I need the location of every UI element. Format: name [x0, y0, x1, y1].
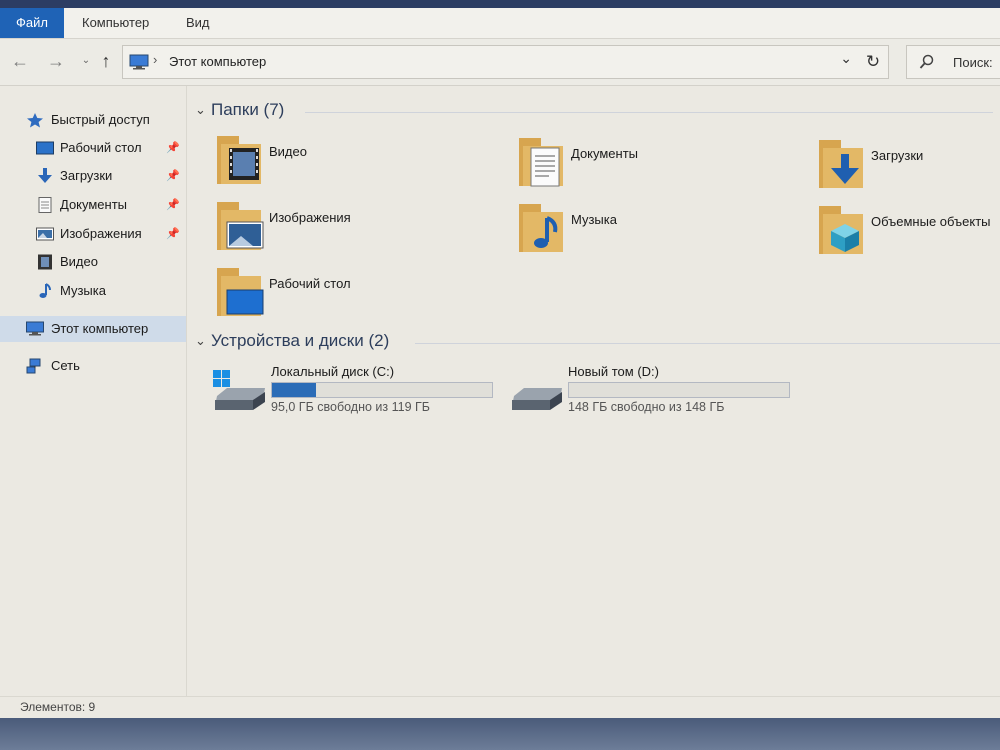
sidebar-item-label: Изображения: [60, 226, 142, 241]
drive-name: Локальный диск (C:): [271, 364, 395, 379]
refresh-icon[interactable]: ↻: [858, 45, 889, 79]
download-arrow-icon: [38, 168, 52, 183]
sidebar-item-network[interactable]: Сеть: [0, 353, 186, 379]
sidebar-item-label: Быстрый доступ: [51, 112, 150, 127]
pin-icon[interactable]: 📌: [166, 198, 180, 211]
search-box[interactable]: Поиск:: [906, 45, 1000, 79]
folder-name: Изображения: [269, 210, 351, 225]
collapse-chevron-icon[interactable]: ⌄: [195, 102, 206, 118]
search-placeholder: Поиск:: [953, 55, 993, 70]
address-bar[interactable]: › Этот компьютер ⌄: [122, 45, 859, 79]
folders-group-header[interactable]: ⌄ Папки (7): [193, 100, 993, 124]
tab-file[interactable]: Файл: [0, 8, 64, 38]
sidebar-item-desktop[interactable]: Рабочий стол 📌: [0, 135, 186, 161]
windows-drive-icon: [213, 370, 265, 410]
folder-downloads[interactable]: Загрузки: [817, 138, 1000, 200]
music-folder-icon: [519, 204, 563, 252]
folder-name: Рабочий стол: [269, 276, 351, 291]
folder-3d-objects[interactable]: Объемные объекты: [817, 204, 1000, 266]
sidebar-item-videos[interactable]: Видео: [0, 249, 186, 275]
network-icon: [26, 358, 41, 374]
drive-d[interactable]: Новый том (D:) 148 ГБ свободно из 148 ГБ: [510, 364, 800, 422]
sidebar-item-label: Этот компьютер: [51, 321, 149, 336]
group-divider: [305, 112, 993, 113]
up-arrow-icon[interactable]: ↑: [94, 49, 118, 73]
sidebar-item-label: Видео: [60, 254, 98, 269]
pin-icon[interactable]: 📌: [166, 169, 180, 182]
sidebar-item-label: Музыка: [60, 283, 106, 298]
downloads-folder-icon: [819, 140, 863, 188]
pictures-folder-icon: [217, 202, 264, 250]
documents-folder-icon: [519, 138, 563, 187]
tab-computer[interactable]: Компьютер: [68, 8, 163, 38]
content-pane: ⌄ Папки (7) Видео Документы Загрузки Изо…: [187, 86, 1000, 696]
folder-name: Объемные объекты: [871, 214, 991, 229]
desktop-icon: [36, 141, 54, 155]
explorer-window: Файл Компьютер Вид ← → ⌄ ↑ › Этот компью…: [0, 0, 1000, 750]
pin-icon[interactable]: 📌: [166, 227, 180, 240]
group-title: Папки (7): [211, 100, 285, 119]
drive-name: Новый том (D:): [568, 364, 659, 379]
drive-c[interactable]: Локальный диск (C:) 95,0 ГБ свободно из …: [213, 364, 503, 422]
folder-name: Музыка: [571, 212, 617, 227]
drive-usage-bar: [568, 382, 790, 398]
drive-usage-fill: [272, 383, 316, 397]
sidebar-item-downloads[interactable]: Загрузки 📌: [0, 163, 186, 189]
sidebar-item-music[interactable]: Музыка: [0, 278, 186, 304]
sidebar-item-quick-access[interactable]: Быстрый доступ: [0, 107, 186, 133]
title-strip: [0, 0, 1000, 8]
breadcrumb-separator-icon: ›: [153, 52, 158, 67]
group-divider: [415, 343, 1000, 344]
search-icon: [919, 54, 934, 69]
video-folder-icon: [217, 136, 261, 184]
film-icon: [38, 254, 52, 270]
drives-group-header[interactable]: ⌄ Устройства и диски (2): [193, 331, 1000, 355]
back-arrow-icon[interactable]: ←: [8, 49, 32, 73]
star-icon: [27, 113, 43, 128]
folder-videos[interactable]: Видео: [215, 134, 505, 196]
forward-arrow-icon[interactable]: →: [44, 49, 68, 73]
collapse-chevron-icon[interactable]: ⌄: [195, 333, 206, 349]
music-note-icon: [39, 283, 51, 298]
item-count: Элементов: 9: [20, 700, 96, 714]
hard-drive-icon: [512, 388, 562, 410]
3d-objects-folder-icon: [819, 206, 863, 254]
folder-music[interactable]: Музыка: [517, 202, 807, 264]
folder-documents[interactable]: Документы: [517, 136, 807, 198]
navigation-bar: ← → ⌄ ↑ › Этот компьютер ⌄ ↻ Поиск:: [0, 39, 1000, 86]
sidebar-item-label: Рабочий стол: [60, 140, 142, 155]
sidebar-item-this-pc[interactable]: Этот компьютер: [0, 316, 186, 342]
folder-desktop[interactable]: Рабочий стол: [215, 266, 505, 328]
sidebar-item-documents[interactable]: Документы 📌: [0, 192, 186, 218]
drive-free-space: 148 ГБ свободно из 148 ГБ: [568, 400, 725, 414]
folder-pictures[interactable]: Изображения: [215, 200, 505, 262]
tab-view[interactable]: Вид: [172, 8, 224, 38]
sidebar-item-label: Сеть: [51, 358, 80, 373]
sidebar-item-label: Загрузки: [60, 168, 113, 183]
computer-icon: [129, 54, 149, 70]
ribbon: Файл Компьютер Вид: [0, 8, 1000, 39]
folder-name: Загрузки: [871, 148, 924, 163]
drive-usage-bar: [271, 382, 493, 398]
document-icon: [38, 197, 52, 213]
folder-name: Документы: [571, 146, 639, 161]
folder-name: Видео: [269, 144, 307, 159]
taskbar: [0, 718, 1000, 750]
sidebar-item-label: Документы: [60, 197, 128, 212]
breadcrumb-this-pc[interactable]: Этот компьютер: [169, 54, 266, 69]
address-dropdown-chevron-icon[interactable]: ⌄: [840, 50, 852, 67]
computer-icon: [26, 321, 44, 336]
desktop-folder-icon: [217, 268, 264, 316]
drive-free-space: 95,0 ГБ свободно из 119 ГБ: [271, 400, 430, 414]
navigation-pane: Быстрый доступ Рабочий стол 📌 Загрузки 📌…: [0, 86, 187, 696]
status-bar: Элементов: 9: [0, 696, 1000, 719]
picture-icon: [36, 227, 54, 241]
pin-icon[interactable]: 📌: [166, 141, 180, 154]
group-title: Устройства и диски (2): [211, 331, 390, 350]
sidebar-item-pictures[interactable]: Изображения 📌: [0, 221, 186, 247]
